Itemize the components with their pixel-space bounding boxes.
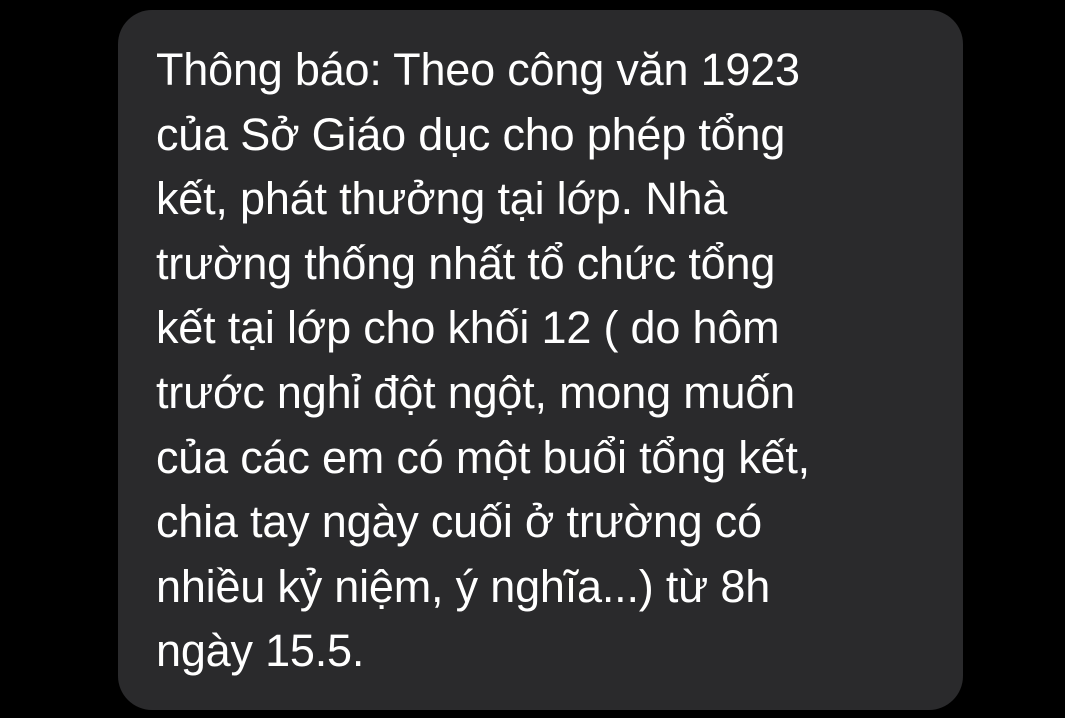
message-line: của các em có một buổi tổng kết, (156, 431, 810, 483)
message-line: kết, phát thưởng tại lớp. Nhà (156, 173, 728, 225)
message-line: Thông báo: Theo công văn 1923 (156, 44, 800, 95)
message-line: của Sở Giáo dục cho phép tổng (156, 108, 786, 160)
message-line: kết tại lớp cho khối 12 ( do hôm (156, 302, 780, 354)
message-line: ngày 15.5. (156, 625, 365, 677)
message-line: nhiều kỷ niệm, ý nghĩa...) từ 8h (156, 560, 771, 612)
message-line: trước nghỉ đột ngột, mong muốn (156, 366, 795, 418)
message-bubble[interactable]: Thông báo: Theo công văn 1923 của Sở Giá… (118, 10, 963, 710)
message-text: Thông báo: Theo công văn 1923 của Sở Giá… (156, 38, 956, 684)
message-line: chia tay ngày cuối ở trường có (156, 496, 762, 548)
chat-area: Thông báo: Theo công văn 1923 của Sở Giá… (0, 0, 1065, 718)
message-line: trường thống nhất tổ chức tổng (156, 237, 776, 289)
